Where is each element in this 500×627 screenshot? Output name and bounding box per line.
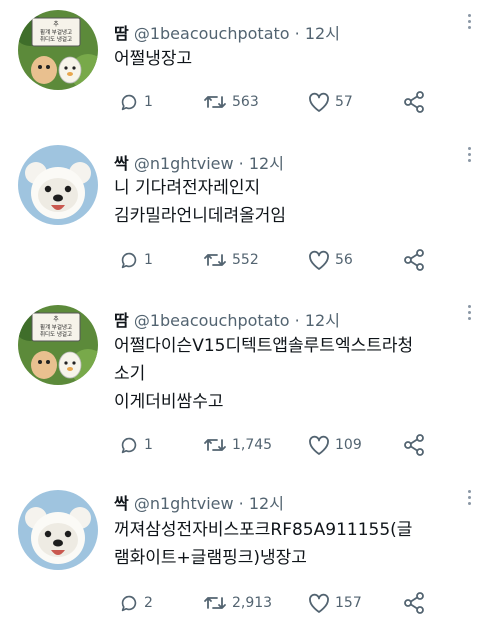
svg-text:추: 추: [53, 316, 59, 323]
heart-icon: [307, 434, 335, 456]
sign-character-avatar[interactable]: 추 휠걔 부걸냉고 취디도 냉걸고: [18, 10, 98, 90]
tweet-text-line: 어쩔냉장고: [114, 49, 193, 69]
svg-text:취디도 냉걸고: 취디도 냉걸고: [40, 35, 72, 43]
retweet-icon: [202, 249, 232, 271]
display-name[interactable]: 싹: [114, 154, 129, 173]
tweet-text-line: 이게더비쌈수고: [114, 392, 224, 412]
timestamp[interactable]: 12시: [305, 24, 340, 43]
retweet-count: 563: [232, 94, 259, 110]
svg-text:휠걔 부걸냉고: 휠걔 부걸냉고: [40, 323, 72, 331]
share-icon: [402, 434, 430, 456]
timestamp[interactable]: 12시: [249, 154, 284, 173]
tweet-text-line: 소기: [114, 364, 146, 384]
tweet-text: 꺼져삼성전자비스포크RF85A911155(글 램화이트+글램핑크)냉장고: [114, 516, 412, 572]
tweet-actions: 1 1,745 109: [114, 433, 474, 457]
separator-dot: ·: [294, 24, 300, 43]
tweet-text: 니 기다려전자레인지 김카밀라언니데려올거임: [114, 174, 286, 230]
reply-button[interactable]: 2: [118, 591, 153, 615]
display-name[interactable]: 땀: [114, 311, 129, 330]
reply-icon: [118, 592, 144, 614]
more-icon[interactable]: [462, 305, 476, 325]
tweet-text-line: 어쩔다이슨V15디텍트앱솔루트엑스트라청: [114, 336, 414, 356]
share-button[interactable]: [402, 90, 430, 114]
separator-dot: ·: [238, 494, 244, 513]
tweet-text: 어쩔냉장고: [114, 45, 192, 73]
like-button[interactable]: 157: [307, 591, 362, 615]
retweet-button[interactable]: 1,745: [202, 433, 272, 457]
white-dog-avatar[interactable]: [18, 145, 98, 225]
svg-text:추: 추: [53, 21, 59, 28]
reply-count: 1: [144, 94, 153, 110]
display-name[interactable]: 싹: [114, 494, 129, 513]
reply-count: 2: [144, 595, 153, 611]
like-count: 57: [335, 94, 353, 110]
reply-button[interactable]: 1: [118, 248, 153, 272]
reply-count: 1: [144, 437, 153, 453]
share-button[interactable]: [402, 248, 430, 272]
svg-text:휠걔 부걸냉고: 휠걔 부걸냉고: [40, 28, 72, 36]
tweet-actions: 1 552 56: [114, 248, 474, 272]
white-dog-avatar[interactable]: [18, 490, 98, 570]
retweet-icon: [202, 592, 232, 614]
heart-icon: [307, 249, 335, 271]
more-icon[interactable]: [462, 147, 476, 167]
heart-icon: [307, 592, 335, 614]
display-name[interactable]: 땀: [114, 24, 129, 43]
like-button[interactable]: 109: [307, 433, 362, 457]
tweet-actions: 2 2,913 157: [114, 591, 474, 615]
retweet-icon: [202, 434, 232, 456]
tweet-text: 어쩔다이슨V15디텍트앱솔루트엑스트라청 소기 이게더비쌈수고: [114, 332, 413, 416]
reply-button[interactable]: 1: [118, 433, 153, 457]
username-handle[interactable]: @1beacouchpotato: [134, 24, 290, 43]
svg-text:취디도 냉걸고: 취디도 냉걸고: [40, 330, 72, 338]
share-icon: [402, 592, 430, 614]
retweet-count: 1,745: [232, 437, 273, 453]
tweet-text-line: 김카밀라언니데려올거임: [114, 206, 287, 226]
share-button[interactable]: [402, 433, 430, 457]
tweet-text-line: 램화이트+글램핑크)냉장고: [114, 548, 307, 568]
tweet[interactable]: 싹 @n1ghtview · 12시 꺼져삼성전자비스포크RF85A911155…: [0, 480, 500, 627]
share-icon: [402, 249, 430, 271]
reply-count: 1: [144, 252, 153, 268]
tweet[interactable]: 싹 @n1ghtview · 12시 니 기다려전자레인지 김카밀라언니데려올거…: [0, 135, 500, 285]
sign-character-avatar[interactable]: 추 휠걔 부걸냉고 취디도 냉걸고: [18, 305, 98, 385]
reply-button[interactable]: 1: [118, 90, 153, 114]
retweet-button[interactable]: 552: [202, 248, 259, 272]
username-handle[interactable]: @n1ghtview: [134, 154, 234, 173]
timestamp[interactable]: 12시: [249, 494, 284, 513]
separator-dot: ·: [238, 154, 244, 173]
timestamp[interactable]: 12시: [305, 311, 340, 330]
reply-icon: [118, 434, 144, 456]
like-count: 56: [335, 252, 353, 268]
username-handle[interactable]: @1beacouchpotato: [134, 311, 290, 330]
tweet-text-line: 꺼져삼성전자비스포크RF85A911155(글: [114, 520, 413, 540]
separator-dot: ·: [294, 311, 300, 330]
share-icon: [402, 91, 430, 113]
heart-icon: [307, 91, 335, 113]
username-handle[interactable]: @n1ghtview: [134, 494, 234, 513]
like-count: 109: [335, 437, 362, 453]
like-button[interactable]: 57: [307, 90, 353, 114]
more-icon[interactable]: [462, 490, 476, 510]
reply-icon: [118, 249, 144, 271]
tweet[interactable]: 추 휠걔 부걸냉고 취디도 냉걸고 땀 @1beacouchpotato · 1…: [0, 0, 500, 125]
like-count: 157: [335, 595, 362, 611]
retweet-count: 552: [232, 252, 259, 268]
retweet-button[interactable]: 563: [202, 90, 259, 114]
tweet[interactable]: 추 휠걔 부걸냉고 취디도 냉걸고 땀 @1beacouchpotato · 1…: [0, 295, 500, 475]
share-button[interactable]: [402, 591, 430, 615]
retweet-button[interactable]: 2,913: [202, 591, 272, 615]
retweet-icon: [202, 91, 232, 113]
tweet-text-line: 니 기다려전자레인지: [114, 178, 261, 198]
more-icon[interactable]: [462, 14, 476, 34]
retweet-count: 2,913: [232, 595, 273, 611]
reply-icon: [118, 91, 144, 113]
tweet-actions: 1 563 57: [114, 90, 474, 114]
like-button[interactable]: 56: [307, 248, 353, 272]
